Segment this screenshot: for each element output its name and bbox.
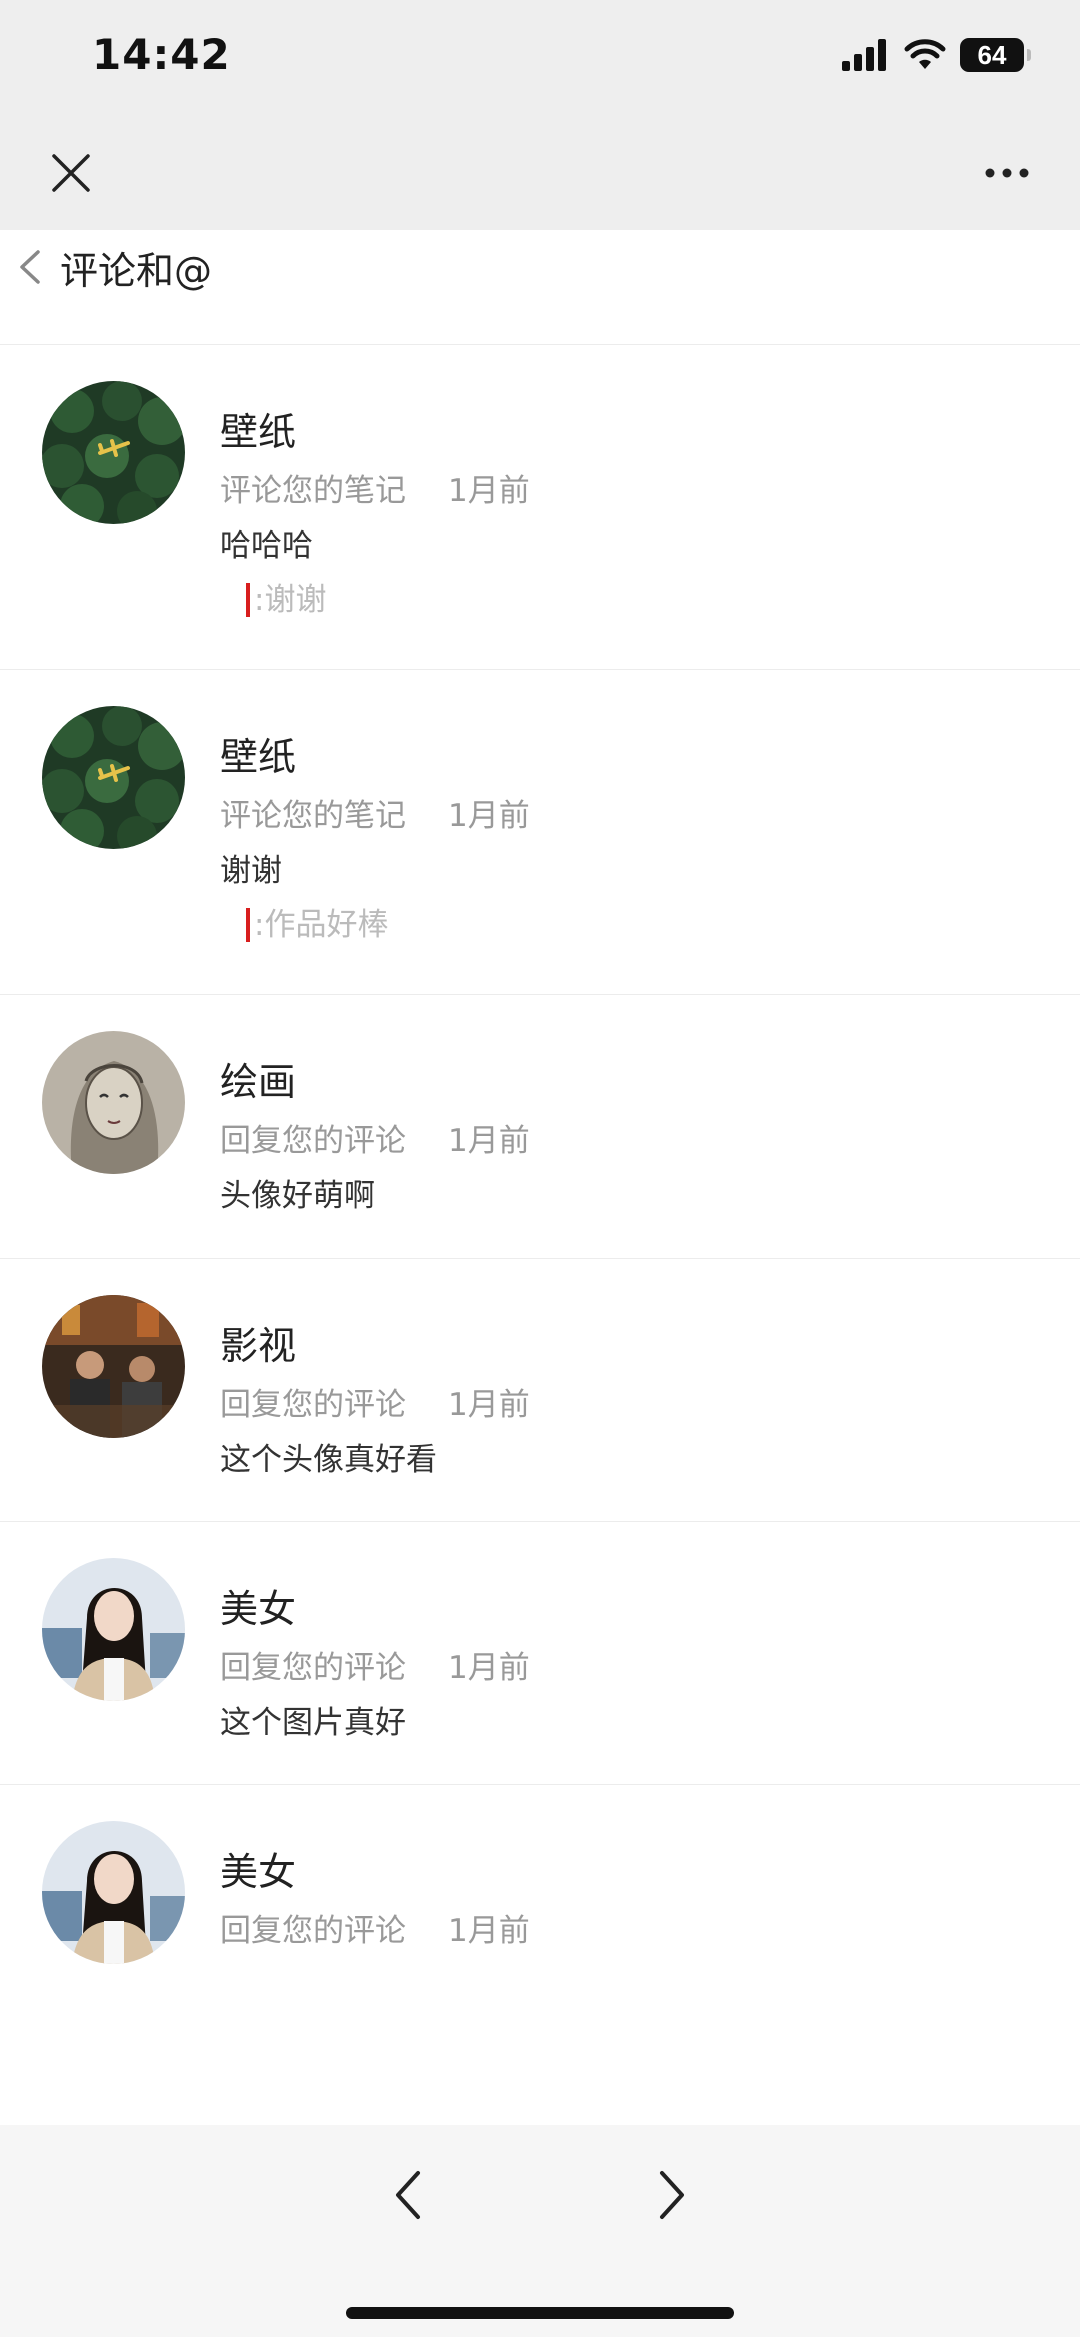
timestamp: 1月前 [448, 1387, 530, 1423]
comment-meta: 回复您的评论 1月前 [220, 1379, 530, 1424]
movie-still-image [42, 1295, 185, 1438]
timestamp: 1月前 [448, 798, 530, 834]
comment-text: 这个图片真好 [220, 1705, 406, 1741]
status-icons: 64 [842, 38, 1031, 72]
woman-portrait-image [42, 1558, 185, 1701]
user-name[interactable]: 壁纸 [220, 401, 296, 456]
chevron-left-icon[interactable] [388, 2165, 428, 2225]
avatar[interactable] [42, 1821, 185, 1964]
comment-item[interactable]: 绘画 回复您的评论 1月前 头像好萌啊 [0, 995, 1080, 1259]
action-text: 评论您的笔记 [220, 473, 406, 509]
avatar[interactable] [42, 1295, 185, 1438]
top-nav-bar [0, 120, 1080, 230]
comment-meta: 回复您的评论 1月前 [220, 1905, 530, 1950]
comment-meta: 评论您的笔记 1月前 [220, 465, 530, 510]
status-time: 14:42 [92, 30, 231, 79]
battery-icon: 64 [960, 38, 1031, 72]
comment-meta: 评论您的笔记 1月前 [220, 790, 530, 835]
action-text: 回复您的评论 [220, 1650, 406, 1686]
timestamp: 1月前 [448, 1123, 530, 1159]
user-name[interactable]: 美女 [220, 1578, 296, 1633]
comment-meta: 回复您的评论 1月前 [220, 1115, 530, 1160]
action-text: 评论您的笔记 [220, 798, 406, 834]
comment-text: 谢谢 [220, 853, 282, 889]
chevron-right-icon[interactable] [652, 2165, 692, 2225]
sketch-girl-image [42, 1031, 185, 1174]
page-header: 评论和@ [0, 230, 1080, 345]
status-bar: 14:42 64 [0, 0, 1080, 120]
action-text: 回复您的评论 [220, 1913, 406, 1949]
more-icon[interactable] [982, 150, 1032, 196]
woman-portrait-image [42, 1821, 185, 1964]
comment-meta: 回复您的评论 1月前 [220, 1642, 530, 1687]
action-text: 回复您的评论 [220, 1123, 406, 1159]
timestamp: 1月前 [448, 1913, 530, 1949]
comment-item[interactable]: 壁纸 评论您的笔记 1月前 哈哈哈 :谢谢 [0, 345, 1080, 670]
comment-list: 壁纸 评论您的笔记 1月前 哈哈哈 :谢谢 壁纸 评论您的笔记 1月前 谢谢 :作品… [0, 345, 1080, 2045]
action-text: 回复您的评论 [220, 1387, 406, 1423]
close-icon[interactable] [48, 150, 94, 196]
back-icon[interactable] [14, 244, 44, 290]
bottom-nav-bar [0, 2125, 1080, 2337]
avatar[interactable] [42, 706, 185, 849]
comment-item[interactable]: 美女 回复您的评论 1月前 [0, 1785, 1080, 2045]
battery-level: 64 [977, 39, 1007, 70]
timestamp: 1月前 [448, 473, 530, 509]
wifi-icon [904, 39, 946, 69]
user-name[interactable]: 影视 [220, 1315, 296, 1370]
comment-text: 这个头像真好看 [220, 1442, 437, 1478]
comment-text: 哈哈哈 [220, 528, 313, 564]
avatar[interactable] [42, 1031, 185, 1174]
cellular-signal-icon [842, 39, 886, 71]
quoted-comment[interactable]: :谢谢 [246, 583, 326, 617]
user-name[interactable]: 绘画 [220, 1051, 296, 1106]
user-name[interactable]: 壁纸 [220, 726, 296, 781]
forest-airplane-image [42, 381, 185, 524]
comment-item[interactable]: 影视 回复您的评论 1月前 这个头像真好看 [0, 1259, 1080, 1522]
user-name[interactable]: 美女 [220, 1841, 296, 1896]
timestamp: 1月前 [448, 1650, 530, 1686]
avatar[interactable] [42, 381, 185, 524]
home-indicator[interactable] [346, 2307, 734, 2319]
comment-item[interactable]: 美女 回复您的评论 1月前 这个图片真好 [0, 1522, 1080, 1785]
comment-item[interactable]: 壁纸 评论您的笔记 1月前 谢谢 :作品好棒 [0, 670, 1080, 995]
comment-text: 头像好萌啊 [220, 1178, 375, 1214]
page-title: 评论和@ [60, 249, 213, 293]
quoted-comment[interactable]: :作品好棒 [246, 908, 388, 942]
avatar[interactable] [42, 1558, 185, 1701]
forest-airplane-image [42, 706, 185, 849]
